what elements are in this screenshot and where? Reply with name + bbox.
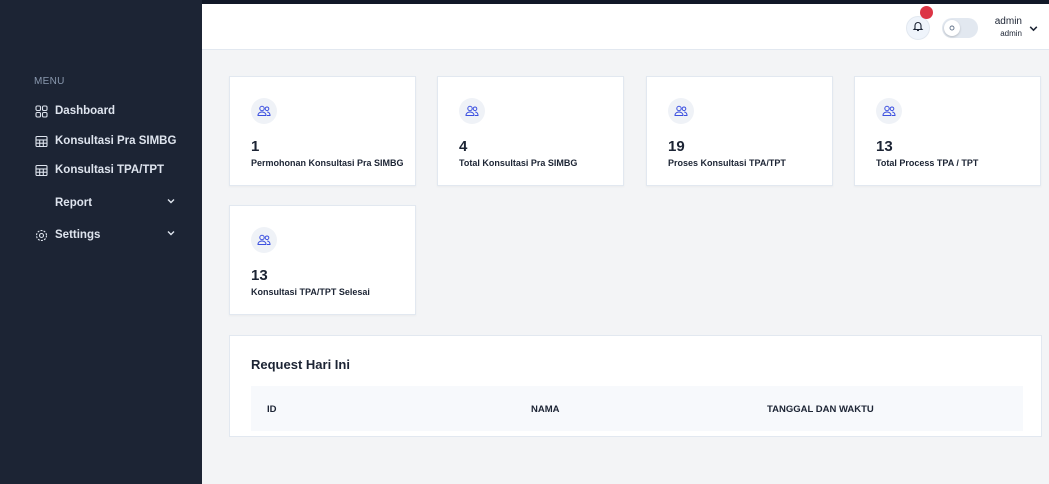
grid-icon bbox=[34, 104, 48, 118]
menu-section-label: MENU bbox=[34, 76, 65, 87]
sidebar: MENU Dashboard Konsultasi Pra SIMBG Kons… bbox=[0, 0, 202, 484]
stat-value: 1 bbox=[251, 138, 260, 155]
users-icon bbox=[668, 98, 694, 124]
stat-label: Konsultasi TPA/TPT Selesai bbox=[251, 287, 370, 297]
stat-card-proses-tpa: 19 Proses Konsultasi TPA/TPT bbox=[646, 76, 833, 186]
stat-card-permohonan: 1 Permohonan Konsultasi Pra SIMBG bbox=[229, 76, 416, 186]
chevron-down-icon bbox=[166, 196, 176, 209]
sidebar-item-konsultasi-pra-simbg[interactable]: Konsultasi Pra SIMBG bbox=[34, 131, 184, 151]
stat-value: 13 bbox=[876, 138, 893, 155]
users-icon bbox=[876, 98, 902, 124]
request-table-card: Request Hari Ini ID NAMA TANGGAL DAN WAK… bbox=[229, 335, 1042, 437]
dark-mode-toggle[interactable] bbox=[942, 18, 978, 38]
user-role: admin bbox=[1000, 29, 1022, 38]
table-title: Request Hari Ini bbox=[251, 357, 350, 372]
report-icon bbox=[34, 196, 48, 210]
table-icon bbox=[34, 163, 48, 177]
sidebar-item-konsultasi-tpa-tpt[interactable]: Konsultasi TPA/TPT bbox=[34, 160, 184, 180]
column-header-nama[interactable]: NAMA bbox=[531, 404, 560, 415]
table-header: ID NAMA TANGGAL DAN WAKTU bbox=[251, 386, 1023, 431]
sidebar-item-label: Settings bbox=[55, 229, 101, 241]
sidebar-item-label: Konsultasi Pra SIMBG bbox=[55, 135, 177, 147]
chevron-down-icon bbox=[166, 228, 176, 241]
stat-label: Total Konsultasi Pra SIMBG bbox=[459, 158, 578, 168]
user-name[interactable]: admin bbox=[992, 16, 1022, 27]
gear-icon bbox=[34, 228, 48, 242]
sun-icon bbox=[944, 20, 960, 36]
stat-card-total-konsultasi: 4 Total Konsultasi Pra SIMBG bbox=[437, 76, 624, 186]
column-header-id[interactable]: ID bbox=[267, 404, 277, 415]
sidebar-item-label: Report bbox=[55, 197, 93, 209]
header: admin admin bbox=[202, 4, 1049, 50]
stat-card-total-process: 13 Total Process TPA / TPT bbox=[854, 76, 1041, 186]
sidebar-item-label: Dashboard bbox=[55, 105, 116, 117]
table-icon bbox=[34, 134, 48, 148]
stat-value: 13 bbox=[251, 267, 268, 284]
sidebar-item-label: Konsultasi TPA/TPT bbox=[55, 164, 165, 176]
stat-value: 19 bbox=[668, 138, 685, 155]
sidebar-item-dashboard[interactable]: Dashboard bbox=[34, 101, 184, 121]
bell-icon bbox=[912, 19, 924, 37]
chevron-down-icon[interactable] bbox=[1028, 21, 1039, 39]
stat-label: Total Process TPA / TPT bbox=[876, 158, 979, 168]
sidebar-item-report[interactable]: Report bbox=[34, 193, 184, 213]
stat-card-selesai: 13 Konsultasi TPA/TPT Selesai bbox=[229, 205, 416, 315]
column-header-tanggal[interactable]: TANGGAL DAN WAKTU bbox=[767, 404, 874, 415]
users-icon bbox=[251, 98, 277, 124]
notification-button[interactable] bbox=[906, 16, 930, 40]
sidebar-item-settings[interactable]: Settings bbox=[34, 225, 184, 245]
notification-badge bbox=[920, 6, 933, 19]
users-icon bbox=[251, 227, 277, 253]
stat-value: 4 bbox=[459, 138, 468, 155]
users-icon bbox=[459, 98, 485, 124]
stat-label: Permohonan Konsultasi Pra SIMBG bbox=[251, 158, 404, 168]
stat-label: Proses Konsultasi TPA/TPT bbox=[668, 158, 786, 168]
